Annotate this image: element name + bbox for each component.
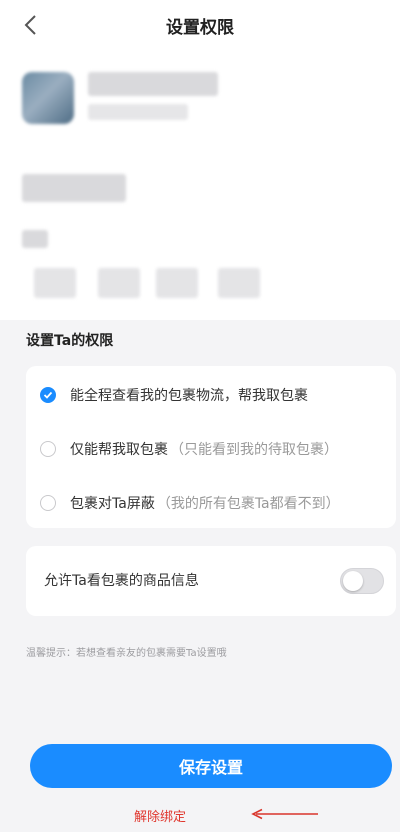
toggle-knob xyxy=(343,571,363,591)
option-hint: （我的所有包裹Ta都看不到） xyxy=(156,496,340,512)
option-label: 包裹对Ta屏蔽 xyxy=(70,496,155,512)
blurred-info-6 xyxy=(218,268,260,298)
radio-checked-icon xyxy=(40,387,56,403)
avatar xyxy=(22,72,74,124)
permissions-card: 能全程查看我的包裹物流，帮我取包裹 仅能帮我取包裹 （只能看到我的待取包裹） 包… xyxy=(26,366,396,528)
bound-user-card xyxy=(0,50,400,320)
blurred-info-2 xyxy=(22,230,48,248)
goods-info-toggle[interactable] xyxy=(340,568,384,594)
goods-info-label: 允许Ta看包裹的商品信息 xyxy=(44,573,199,589)
goods-info-card: 允许Ta看包裹的商品信息 xyxy=(26,546,396,616)
option-hint: （只能看到我的待取包裹） xyxy=(170,442,338,458)
option-full-access[interactable]: 能全程查看我的包裹物流，帮我取包裹 xyxy=(40,384,308,406)
radio-unchecked-icon xyxy=(40,495,56,511)
blurred-info-5 xyxy=(156,268,198,298)
blurred-info-3 xyxy=(34,268,76,298)
blurred-subtitle xyxy=(88,104,188,120)
permissions-section-title: 设置Ta的权限 xyxy=(26,333,114,349)
option-label: 仅能帮我取包裹 xyxy=(70,442,168,458)
chevron-left-icon xyxy=(24,15,36,35)
option-pickup-only[interactable]: 仅能帮我取包裹 （只能看到我的待取包裹） xyxy=(40,438,338,460)
save-button[interactable]: 保存设置 xyxy=(30,744,392,788)
back-button[interactable] xyxy=(18,13,42,37)
header-bar: 设置权限 xyxy=(0,0,400,50)
blurred-info-1 xyxy=(22,174,126,202)
page-title: 设置权限 xyxy=(166,17,234,38)
tip-text: 温馨提示：若想查看亲友的包裹需要Ta设置哦 xyxy=(26,648,227,659)
unbind-link[interactable]: 解除绑定 xyxy=(134,810,186,825)
annotation-arrow-icon xyxy=(251,808,318,820)
option-hide-packages[interactable]: 包裹对Ta屏蔽 （我的所有包裹Ta都看不到） xyxy=(40,492,340,514)
blurred-info-4 xyxy=(98,268,140,298)
blurred-name xyxy=(88,72,218,96)
radio-unchecked-icon xyxy=(40,441,56,457)
unbind-link-row: 解除绑定 xyxy=(0,806,400,825)
option-label: 能全程查看我的包裹物流，帮我取包裹 xyxy=(70,388,308,404)
